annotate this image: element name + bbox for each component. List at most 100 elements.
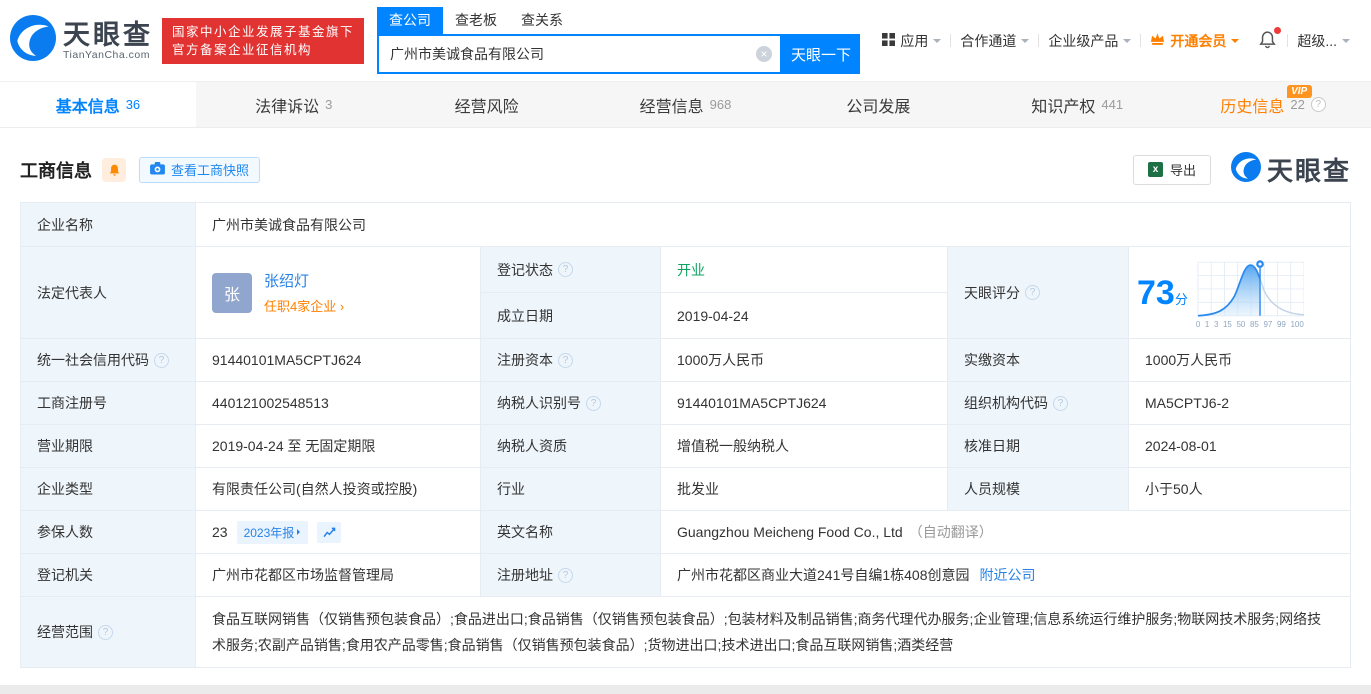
company-name-value: 广州市美诚食品有限公司 xyxy=(212,216,366,233)
help-icon[interactable] xyxy=(1025,285,1040,300)
industry-value: 批发业 xyxy=(677,481,719,497)
tab-intellectual-property[interactable]: 知识产权 441 xyxy=(979,82,1175,127)
field-label: 工商注册号 xyxy=(37,395,107,411)
nav-account[interactable]: 超级... xyxy=(1288,31,1359,51)
help-icon[interactable] xyxy=(1310,97,1326,112)
field-label: 纳税人资质 xyxy=(497,438,567,454)
tab-legal-proceedings[interactable]: 法律诉讼 3 xyxy=(196,82,392,127)
tab-company-development[interactable]: 公司发展 xyxy=(783,82,979,127)
legal-rep-name-link[interactable]: 张绍灯 xyxy=(264,270,344,291)
table-row: 登记机关 广州市花都区市场监督管理局 注册地址 广州市花都区商业大道241号自编… xyxy=(20,553,1351,597)
nav-apps-label: 应用 xyxy=(900,32,929,49)
help-icon[interactable] xyxy=(154,352,169,368)
export-button-label: 导出 xyxy=(1169,163,1196,178)
table-row: 统一社会信用代码 91440101MA5CPTJ624 注册资本 1000万人民… xyxy=(20,338,1351,382)
field-label: 核准日期 xyxy=(964,438,1020,454)
score-axis-tick: 85 xyxy=(1249,319,1259,329)
chevron-down-icon xyxy=(1231,38,1240,47)
nav-apps[interactable]: 应用 xyxy=(873,31,950,51)
taxpayer-id-value: 91440101MA5CPTJ624 xyxy=(677,395,827,411)
nearby-companies-link[interactable]: 附近公司 xyxy=(980,567,1036,583)
help-icon[interactable] xyxy=(558,352,573,368)
reg-authority-value: 广州市花都区市场监督管理局 xyxy=(212,567,394,583)
score-axis-tick: 15 xyxy=(1222,319,1232,329)
search-tab-company[interactable]: 查公司 xyxy=(377,7,444,34)
nav-vip-membership[interactable]: 开通会员 xyxy=(1141,31,1248,51)
search-tab-relation[interactable]: 查关系 xyxy=(509,7,575,34)
search-button[interactable]: 天眼一下 xyxy=(782,34,861,74)
field-label: 注册地址 xyxy=(497,567,553,583)
table-row: 经营范围 食品互联网销售（仅销售预包装食品）;食品进出口;食品销售（仅销售预包装… xyxy=(20,596,1351,668)
field-label: 企业类型 xyxy=(37,481,93,497)
chevron-down-icon xyxy=(1021,38,1030,47)
footer-strip xyxy=(0,685,1371,694)
help-icon[interactable] xyxy=(586,395,601,411)
subscribe-bell-button[interactable] xyxy=(102,157,126,182)
field-label: 经营范围 xyxy=(37,624,93,640)
help-icon[interactable] xyxy=(1053,395,1068,411)
tianyancha-logo[interactable]: 天眼查 TianYanCha.com xyxy=(10,15,153,66)
table-row: 企业类型 有限责任公司(自然人投资或控股) 行业 批发业 人员规模 小于50人 xyxy=(20,467,1351,511)
legal-rep-avatar[interactable]: 张 xyxy=(212,272,252,313)
score-axis-tick: 0 xyxy=(1195,319,1201,329)
chevron-down-icon xyxy=(1123,38,1132,47)
tianyancha-logo-icon xyxy=(10,15,56,66)
score-unit: 分 xyxy=(1174,291,1188,307)
help-icon[interactable] xyxy=(98,624,113,640)
search-tab-boss[interactable]: 查老板 xyxy=(443,7,509,34)
field-label: 天眼评分 xyxy=(964,284,1020,301)
nav-vip-label: 开通会员 xyxy=(1170,32,1227,49)
help-icon[interactable] xyxy=(558,262,573,277)
clear-icon[interactable] xyxy=(756,46,773,62)
paid-capital-value: 1000万人民币 xyxy=(1145,352,1233,368)
gov-badge-line1: 国家中小企业发展子基金旗下 xyxy=(172,24,355,39)
logo-title: 天眼查 xyxy=(63,19,153,50)
annual-report-badge[interactable]: 2023年报 xyxy=(236,520,309,544)
line-chart-icon xyxy=(323,527,336,538)
apps-grid-icon xyxy=(882,32,896,49)
logo-subtitle: TianYanCha.com xyxy=(63,48,150,61)
excel-icon xyxy=(1147,162,1163,177)
establish-date-value: 2019-04-24 xyxy=(677,307,749,324)
camera-icon xyxy=(150,161,165,178)
field-label: 参保人数 xyxy=(37,524,93,540)
score-axis-tick: 50 xyxy=(1236,319,1246,329)
notification-dot xyxy=(1274,26,1282,34)
gov-badge-line2: 官方备案企业征信机构 xyxy=(172,42,313,57)
field-label: 行业 xyxy=(497,481,525,497)
top-nav: 应用 合作通道 企业级产品 开通会员 超级... xyxy=(873,26,1359,52)
nav-partner[interactable]: 合作通道 xyxy=(951,31,1038,51)
chevron-right-icon xyxy=(297,529,303,535)
company-tabbar: 基本信息 36 法律诉讼 3 经营风险 经营信息 968 公司发展 知识产权 441 V… xyxy=(0,81,1371,128)
field-label: 实缴资本 xyxy=(964,352,1020,368)
nav-enterprise[interactable]: 企业级产品 xyxy=(1039,31,1140,51)
score-distribution-chart: 0 1 3 15 50 85 97 99 100 xyxy=(1196,257,1304,329)
search-input[interactable] xyxy=(377,34,783,74)
company-type-value: 有限责任公司(自然人投资或控股) xyxy=(212,481,418,497)
tianyan-score-value: 73 xyxy=(1137,273,1175,312)
top-header: 天眼查 TianYanCha.com 国家中小企业发展子基金旗下 官方备案企业征… xyxy=(0,0,1371,81)
snapshot-button[interactable]: 查看工商快照 xyxy=(139,156,261,183)
nav-account-label: 超级... xyxy=(1297,32,1337,49)
table-row: 工商注册号 440121002548513 纳税人识别号 91440101MA5… xyxy=(20,381,1351,425)
export-button[interactable]: 导出 xyxy=(1132,154,1211,185)
score-axis-tick: 3 xyxy=(1213,319,1219,329)
reg-capital-value: 1000万人民币 xyxy=(677,352,765,368)
trend-chart-button[interactable] xyxy=(317,522,342,544)
field-label: 营业期限 xyxy=(37,438,93,454)
legal-rep-companies-link[interactable]: 任职4家企业 › xyxy=(264,296,344,315)
section-title: 工商信息 xyxy=(20,160,92,181)
help-icon[interactable] xyxy=(558,567,573,583)
table-row: 营业期限 2019-04-24 至 无固定期限 纳税人资质 增值税一般纳税人 核… xyxy=(20,424,1351,468)
tab-operation-info[interactable]: 经营信息 968 xyxy=(588,82,784,127)
tab-basic-info[interactable]: 基本信息 36 xyxy=(0,82,196,127)
reg-number-value: 440121002548513 xyxy=(212,395,329,411)
tab-business-risk[interactable]: 经营风险 xyxy=(392,82,588,127)
field-label: 企业名称 xyxy=(37,216,93,233)
notification-bell[interactable] xyxy=(1248,26,1287,52)
table-row: 法定代表人 张 张绍灯 任职4家企业 › 登记状态 开业 天眼评分 73分 xyxy=(20,246,1351,339)
field-label: 统一社会信用代码 xyxy=(37,352,149,368)
tab-history-info[interactable]: VIP 历史信息 22 xyxy=(1175,82,1371,127)
watermark-text: 天眼查 xyxy=(1266,156,1351,186)
score-axis-tick: 100 xyxy=(1290,319,1304,329)
